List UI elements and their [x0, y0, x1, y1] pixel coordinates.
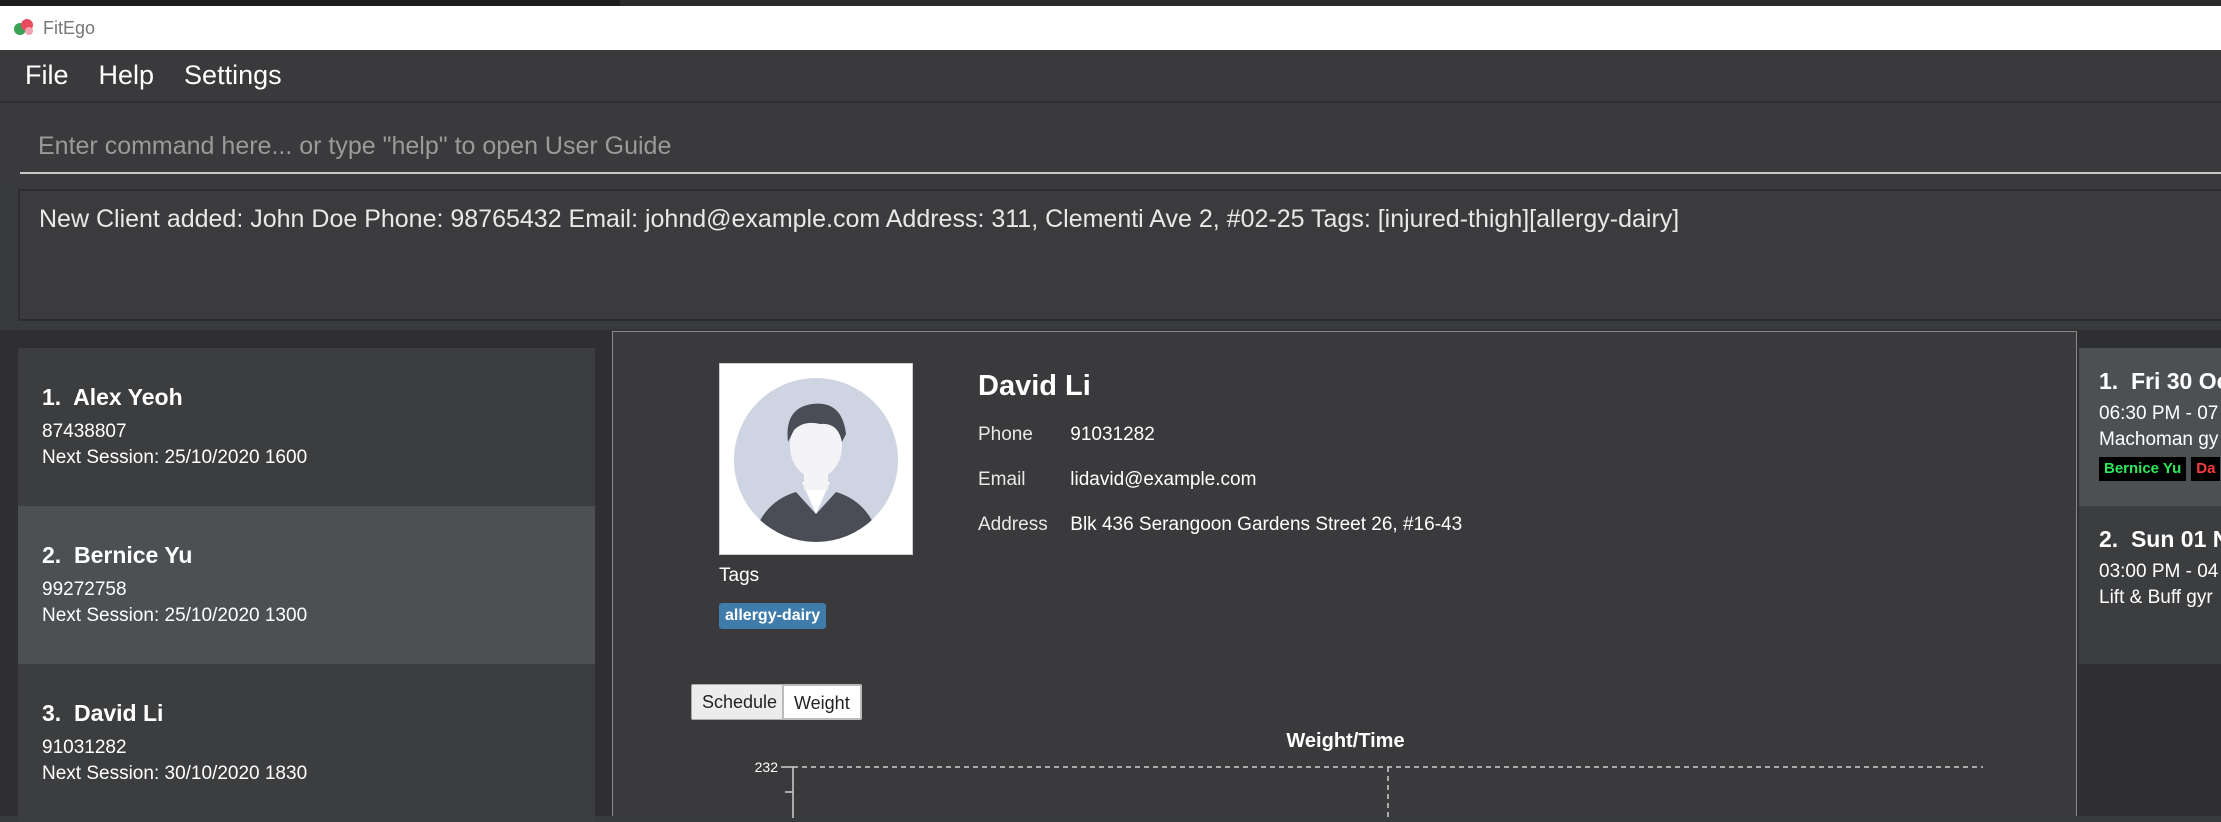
- result-text: New Client added: John Doe Phone: 987654…: [39, 205, 1680, 233]
- address-label: Address: [978, 514, 1048, 535]
- tab-schedule[interactable]: Schedule: [691, 684, 789, 720]
- schedule-list[interactable]: 1. Fri 30 Oc 06:30 PM - 07 Machoman gy B…: [2079, 348, 2221, 816]
- title-bar: FitEgo: [0, 6, 2221, 50]
- client-list[interactable]: 1. Alex Yeoh 87438807 Next Session: 25/1…: [18, 348, 595, 822]
- schedule-time: 06:30 PM - 07: [2099, 403, 2219, 424]
- menu-help[interactable]: Help: [99, 60, 155, 91]
- detail-name: David Li: [978, 370, 1091, 402]
- weight-chart: 232: [755, 759, 1983, 818]
- client-name: 3. David Li: [42, 700, 164, 726]
- tab-weight[interactable]: Weight: [782, 684, 862, 720]
- schedule-title: 1. Fri 30 Oc: [2099, 368, 2221, 394]
- chart-title: Weight/Time: [1286, 730, 1405, 752]
- client-card[interactable]: 1. Alex Yeoh 87438807 Next Session: 25/1…: [18, 348, 595, 506]
- phone-row: Phone 91031282: [978, 424, 1155, 446]
- client-name: 1. Alex Yeoh: [42, 384, 183, 410]
- schedule-card[interactable]: 1. Fri 30 Oc 06:30 PM - 07 Machoman gy B…: [2079, 348, 2221, 506]
- window-title: FitEgo: [43, 17, 96, 38]
- schedule-card[interactable]: 2. Sun 01 N 03:00 PM - 04 Lift & Buff gy…: [2079, 506, 2221, 664]
- client-next-session: Next Session: 30/10/2020 1830: [42, 763, 308, 784]
- tags-label: Tags: [719, 565, 760, 586]
- schedule-gym: Lift & Buff gyr: [2099, 587, 2213, 608]
- client-card[interactable]: 3. David Li 91031282 Next Session: 30/10…: [18, 664, 595, 822]
- phone-label: Phone: [978, 424, 1033, 445]
- menu-settings[interactable]: Settings: [184, 60, 282, 91]
- result-display: New Client added: John Doe Phone: 987654…: [18, 189, 2221, 321]
- avatar: [719, 363, 913, 555]
- email-row: Email lidavid@example.com: [978, 469, 1256, 491]
- client-phone: 99272758: [42, 579, 127, 600]
- menu-bar: File Help Settings: [0, 50, 2221, 103]
- client-next-session: Next Session: 25/10/2020 1600: [42, 447, 308, 468]
- main-panel: 1. Alex Yeoh 87438807 Next Session: 25/1…: [0, 330, 2221, 822]
- schedule-title: 2. Sun 01 N: [2099, 526, 2221, 552]
- address-value: Blk 436 Serangoon Gardens Street 26, #16…: [1070, 514, 1463, 535]
- schedule-time: 03:00 PM - 04: [2099, 561, 2219, 582]
- session-client-tag: Da: [2191, 457, 2221, 481]
- y-tick-label: 232: [755, 759, 779, 775]
- email-value: lidavid@example.com: [1070, 469, 1257, 490]
- app-logo-icon: [11, 15, 37, 41]
- client-card[interactable]: 2. Bernice Yu 99272758 Next Session: 25/…: [18, 506, 595, 664]
- tag-badge: allergy-dairy: [719, 603, 827, 629]
- menu-file[interactable]: File: [25, 60, 69, 91]
- client-phone: 91031282: [42, 737, 127, 758]
- client-name: 2. Bernice Yu: [42, 542, 193, 568]
- client-next-session: Next Session: 25/10/2020 1300: [42, 605, 308, 626]
- avatar-icon: [734, 378, 898, 542]
- session-client-tag: Bernice Yu: [2099, 457, 2187, 481]
- command-input[interactable]: [20, 120, 2221, 174]
- schedule-gym: Machoman gy: [2099, 429, 2219, 450]
- address-row: Address Blk 436 Serangoon Gardens Street…: [978, 514, 1462, 536]
- command-box: [0, 104, 2221, 179]
- client-detail-panel: Tags allergy-dairy David Li Phone 910312…: [612, 331, 2077, 818]
- client-phone: 87438807: [42, 421, 127, 442]
- schedule-tags: Bernice Yu Da: [2099, 453, 2221, 481]
- email-label: Email: [978, 469, 1026, 490]
- phone-value: 91031282: [1070, 424, 1155, 445]
